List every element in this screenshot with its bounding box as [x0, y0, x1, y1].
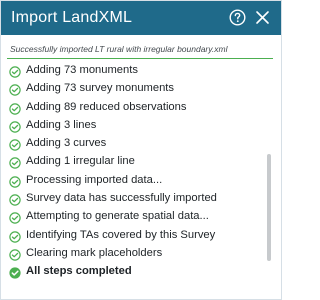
check-circle-outline-icon	[9, 138, 21, 151]
import-step-label: Adding 1 irregular line	[26, 155, 135, 168]
import-step-label: Adding 89 reduced observations	[26, 100, 187, 113]
import-step: Processing imported data...	[1, 172, 263, 189]
scrollbar[interactable]	[267, 154, 271, 261]
import-step: Clearing mark placeholders	[1, 245, 263, 262]
dialog-title: Import LandXML	[11, 9, 133, 26]
import-step: Attempting to generate spatial data...	[1, 208, 263, 225]
dialog-titlebar: Import LandXML	[1, 1, 281, 35]
import-step: Adding 89 reduced observations	[1, 99, 263, 116]
check-circle-outline-icon	[9, 230, 21, 243]
import-step-label: Clearing mark placeholders	[26, 246, 163, 259]
import-step-label: Attempting to generate spatial data...	[26, 210, 209, 223]
status-message: Successfully imported LT rural with irre…	[10, 44, 228, 54]
import-step-label: Processing imported data...	[26, 173, 163, 186]
import-step-label: Adding 73 monuments	[26, 64, 138, 76]
check-circle-filled-icon	[9, 266, 21, 279]
close-button[interactable]	[254, 9, 271, 26]
scrollbar-thumb[interactable]	[267, 154, 271, 261]
import-steps-list: Adding 73 monuments Adding 73 survey monu…	[1, 62, 263, 282]
import-step-label: Identifying TAs covered by this Survey	[26, 228, 216, 241]
check-circle-outline-icon	[9, 193, 21, 206]
status-divider	[7, 58, 273, 59]
import-step: Identifying TAs covered by this Survey	[1, 227, 263, 244]
question-circle-icon	[229, 9, 246, 26]
import-step: Adding 73 monuments	[1, 62, 263, 79]
check-circle-outline-icon	[9, 248, 21, 261]
import-step: All steps completed	[1, 263, 263, 280]
import-step-label: Adding 3 curves	[26, 137, 107, 150]
check-circle-outline-icon	[9, 83, 21, 96]
import-step: Adding 3 curves	[1, 135, 263, 152]
import-step-label: Adding 73 survey monuments	[26, 82, 175, 95]
import-step: Survey data has successfully imported	[1, 190, 263, 207]
check-circle-outline-icon	[9, 175, 21, 188]
import-step: Adding 73 survey monuments	[1, 80, 263, 97]
import-landxml-dialog: Import LandXML Successfully imported LT …	[0, 0, 282, 300]
import-step-label: All steps completed	[26, 265, 132, 278]
check-circle-outline-icon	[9, 156, 21, 170]
import-step: Adding 1 irregular line	[1, 153, 263, 170]
help-button[interactable]	[229, 9, 246, 26]
check-circle-outline-icon	[9, 65, 21, 78]
import-step-label: Adding 3 lines	[26, 118, 97, 131]
import-step: Adding 3 lines	[1, 117, 263, 134]
check-circle-outline-icon	[9, 211, 21, 225]
check-circle-outline-icon	[9, 102, 21, 115]
check-circle-outline-icon	[9, 120, 21, 133]
import-step-label: Survey data has successfully imported	[26, 192, 217, 205]
close-icon	[256, 11, 269, 24]
